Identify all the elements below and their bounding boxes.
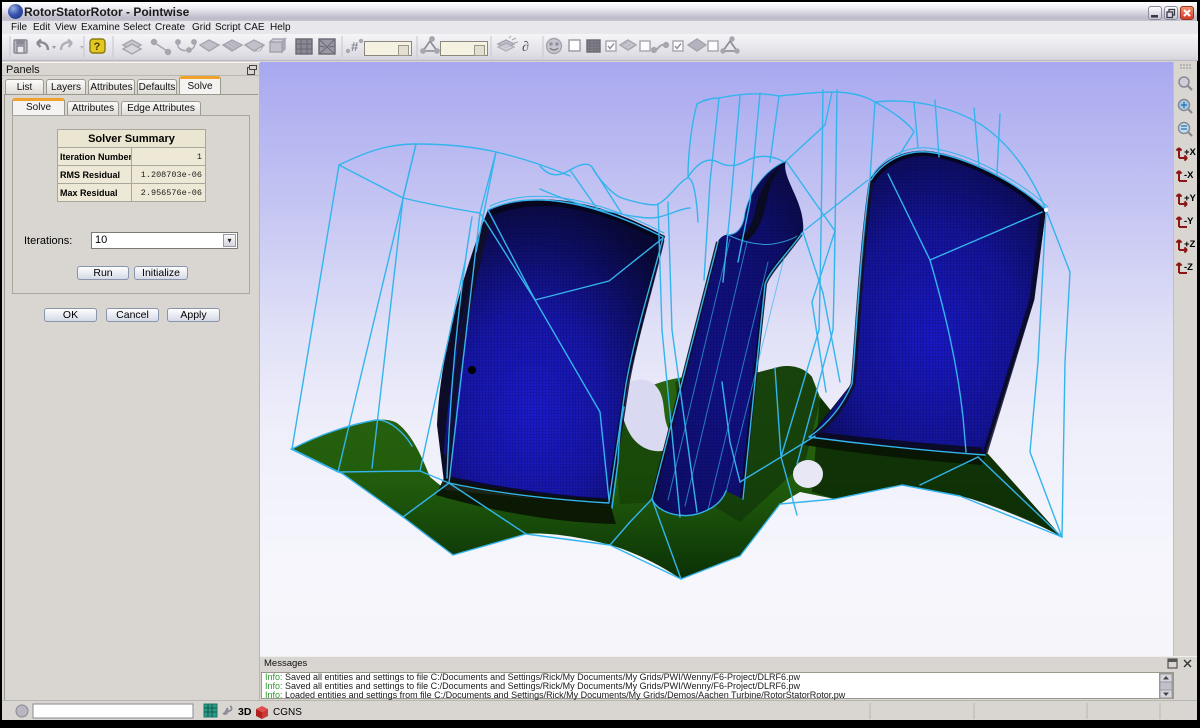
svg-text:+Z: +Z bbox=[1184, 239, 1196, 250]
svg-text:+Y: +Y bbox=[1184, 193, 1197, 204]
svg-text:?: ? bbox=[94, 41, 101, 53]
svg-text:-Y: -Y bbox=[1184, 216, 1194, 227]
svg-text:CGNS: CGNS bbox=[273, 707, 302, 718]
svg-text:+X: +X bbox=[1184, 147, 1197, 158]
svg-text:#: # bbox=[351, 39, 359, 54]
svg-text:-Z: -Z bbox=[1184, 262, 1193, 273]
svg-text:-X: -X bbox=[1184, 170, 1194, 181]
svg-text:3D: 3D bbox=[238, 706, 252, 718]
svg-text:∂: ∂ bbox=[522, 40, 529, 55]
